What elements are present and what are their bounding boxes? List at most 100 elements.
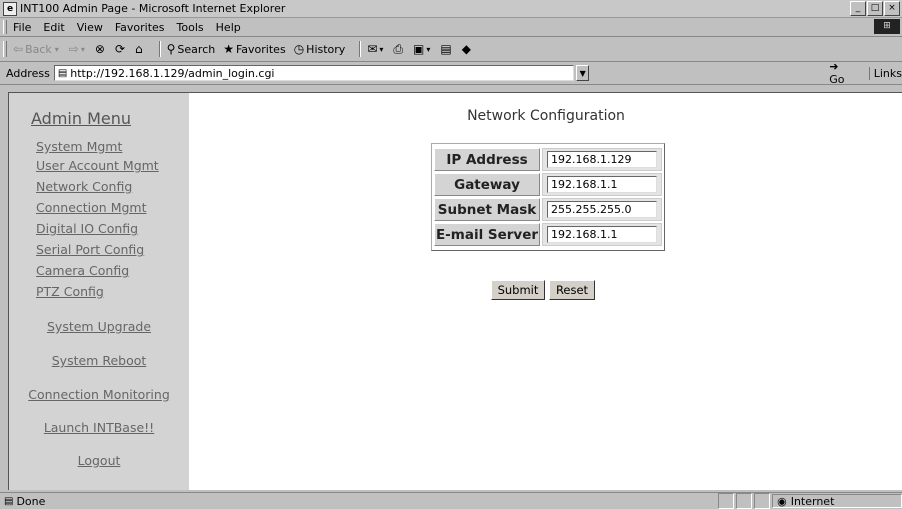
edit-button[interactable]: ▣ ▾ bbox=[413, 42, 432, 56]
status-bar: ▤ Done ◉ Internet bbox=[0, 492, 902, 509]
refresh-icon: ⟳ bbox=[114, 42, 125, 56]
menu-bar: File Edit View Favorites Tools Help ⊞ bbox=[0, 18, 902, 37]
subnet-mask-row: Subnet Mask 255.255.255.0 bbox=[434, 198, 662, 221]
gateway-input[interactable]: 192.168.1.1 bbox=[547, 176, 657, 193]
sidebar-link-launch-intbase[interactable]: Launch INTBase!! bbox=[9, 420, 189, 435]
chevron-down-icon: ▾ bbox=[54, 44, 59, 54]
home-icon: ⌂ bbox=[135, 42, 143, 56]
sidebar-link-system-reboot[interactable]: System Reboot bbox=[9, 353, 189, 368]
page-icon: ▤ bbox=[57, 67, 68, 79]
menu-file[interactable]: File bbox=[13, 21, 31, 34]
email-server-row: E-mail Server 192.168.1.1 bbox=[434, 223, 662, 246]
menubar-grip[interactable] bbox=[3, 20, 7, 34]
address-url: http://192.168.1.129/admin_login.cgi bbox=[70, 66, 275, 80]
search-label: Search bbox=[177, 42, 216, 56]
mail-button[interactable]: ✉ ▾ bbox=[367, 42, 385, 56]
sidebar-link-system-upgrade[interactable]: System Upgrade bbox=[9, 319, 189, 334]
status-cell bbox=[754, 493, 771, 509]
go-label: Go bbox=[829, 73, 845, 86]
ip-address-input[interactable]: 192.168.1.129 bbox=[547, 151, 657, 168]
sidebar-link-ptz-config[interactable]: PTZ Config bbox=[36, 284, 104, 299]
back-button[interactable]: ⇦ Back ▾ bbox=[13, 42, 61, 56]
go-arrow-icon: ➜ bbox=[829, 60, 839, 73]
edit-icon: ▣ bbox=[413, 42, 425, 56]
messenger-button[interactable]: ◆ bbox=[462, 42, 473, 56]
menu-help[interactable]: Help bbox=[216, 21, 241, 34]
minimize-button[interactable]: _ bbox=[850, 1, 866, 16]
windows-logo-icon: ⊞ bbox=[874, 19, 900, 34]
status-zone: ◉ Internet bbox=[772, 494, 902, 508]
gateway-row: Gateway 192.168.1.1 bbox=[434, 173, 662, 196]
history-label: History bbox=[306, 42, 346, 56]
sidebar-link-camera-config[interactable]: Camera Config bbox=[36, 263, 129, 278]
maximize-button[interactable]: □ bbox=[867, 1, 883, 16]
page-content: Admin Menu System Mgmt User Account Mgmt… bbox=[8, 92, 902, 490]
favorites-label: Favorites bbox=[235, 42, 286, 56]
toolbar: ⇦ Back ▾ ⇨ ▾ ⊗ ⟳ ⌂ ⚲ Search ★ Favorites … bbox=[0, 37, 902, 62]
chevron-down-icon: ▾ bbox=[426, 44, 431, 54]
sidebar-link-digital-io-config[interactable]: Digital IO Config bbox=[36, 221, 138, 236]
status-cell bbox=[736, 493, 753, 509]
network-config-table: IP Address 192.168.1.129 Gateway 192.168… bbox=[431, 143, 665, 251]
status-cell bbox=[718, 493, 735, 509]
internet-globe-icon: ◉ bbox=[777, 494, 787, 508]
search-icon: ⚲ bbox=[166, 42, 176, 56]
window-titlebar: e INT100 Admin Page - Microsoft Internet… bbox=[0, 0, 902, 18]
sidebar-link-connection-mgmt[interactable]: Connection Mgmt bbox=[36, 200, 147, 215]
address-dropdown-button[interactable]: ▼ bbox=[576, 65, 590, 81]
sidebar-link-system-mgmt[interactable]: System Mgmt bbox=[36, 139, 122, 154]
subnet-mask-input[interactable]: 255.255.255.0 bbox=[547, 201, 657, 218]
email-server-input[interactable]: 192.168.1.1 bbox=[547, 226, 657, 243]
menu-view[interactable]: View bbox=[77, 21, 103, 34]
links-button[interactable]: Links bbox=[868, 66, 902, 80]
admin-sidebar: Admin Menu System Mgmt User Account Mgmt… bbox=[9, 93, 189, 490]
go-button[interactable]: ➜ Go bbox=[829, 60, 855, 86]
favorites-button[interactable]: ★ Favorites bbox=[223, 42, 285, 56]
close-button[interactable]: × bbox=[884, 1, 900, 16]
main-panel: Network Configuration IP Address 192.168… bbox=[189, 93, 902, 490]
submit-button[interactable]: Submit bbox=[491, 280, 545, 300]
back-arrow-icon: ⇦ bbox=[13, 42, 24, 56]
forward-button[interactable]: ⇨ ▾ bbox=[69, 42, 87, 56]
search-button[interactable]: ⚲ Search bbox=[167, 42, 216, 56]
home-button[interactable]: ⌂ bbox=[135, 42, 145, 56]
page-title: Network Configuration bbox=[467, 108, 625, 124]
ip-address-label: IP Address bbox=[434, 148, 540, 171]
window-title: INT100 Admin Page - Microsoft Internet E… bbox=[20, 2, 286, 15]
status-text: Done bbox=[16, 494, 46, 508]
mail-icon: ✉ bbox=[367, 42, 378, 56]
chevron-down-icon: ▾ bbox=[80, 44, 85, 54]
history-button[interactable]: ◷ History bbox=[294, 42, 346, 56]
sidebar-link-logout[interactable]: Logout bbox=[9, 453, 189, 468]
discuss-button[interactable]: ▤ bbox=[440, 42, 453, 56]
sidebar-link-user-account-mgmt[interactable]: User Account Mgmt bbox=[36, 158, 159, 173]
reset-button[interactable]: Reset bbox=[549, 280, 595, 300]
chevron-down-icon: ▾ bbox=[379, 44, 384, 54]
messenger-icon: ◆ bbox=[461, 42, 471, 56]
toolbar-grip[interactable] bbox=[3, 41, 7, 57]
page-done-icon: ▤ bbox=[4, 495, 14, 507]
discuss-icon: ▤ bbox=[440, 42, 452, 56]
ie-icon: e bbox=[3, 1, 17, 16]
toolbar-divider bbox=[158, 41, 161, 57]
sidebar-link-connection-monitoring[interactable]: Connection Monitoring bbox=[9, 387, 189, 402]
gateway-cell: 192.168.1.1 bbox=[542, 173, 662, 196]
sidebar-link-serial-port-config[interactable]: Serial Port Config bbox=[36, 242, 144, 257]
ip-address-cell: 192.168.1.129 bbox=[542, 148, 662, 171]
favorites-icon: ★ bbox=[223, 42, 234, 56]
ip-address-row: IP Address 192.168.1.129 bbox=[434, 148, 662, 171]
menu-tools[interactable]: Tools bbox=[177, 21, 204, 34]
menu-edit[interactable]: Edit bbox=[43, 21, 64, 34]
stop-icon: ⊗ bbox=[94, 42, 105, 56]
stop-button[interactable]: ⊗ bbox=[95, 42, 107, 56]
address-bar: Address ▤ http://192.168.1.129/admin_log… bbox=[0, 60, 902, 86]
sidebar-link-network-config[interactable]: Network Config bbox=[36, 179, 132, 194]
print-button[interactable]: ⎙ bbox=[393, 42, 405, 57]
menu-favorites[interactable]: Favorites bbox=[115, 21, 165, 34]
address-input[interactable]: ▤ http://192.168.1.129/admin_login.cgi bbox=[53, 65, 575, 81]
history-icon: ◷ bbox=[293, 42, 305, 56]
zone-label: Internet bbox=[790, 494, 835, 508]
window-controls: _ □ × bbox=[849, 1, 900, 16]
admin-menu-title[interactable]: Admin Menu bbox=[31, 109, 131, 128]
refresh-button[interactable]: ⟳ bbox=[115, 42, 127, 56]
